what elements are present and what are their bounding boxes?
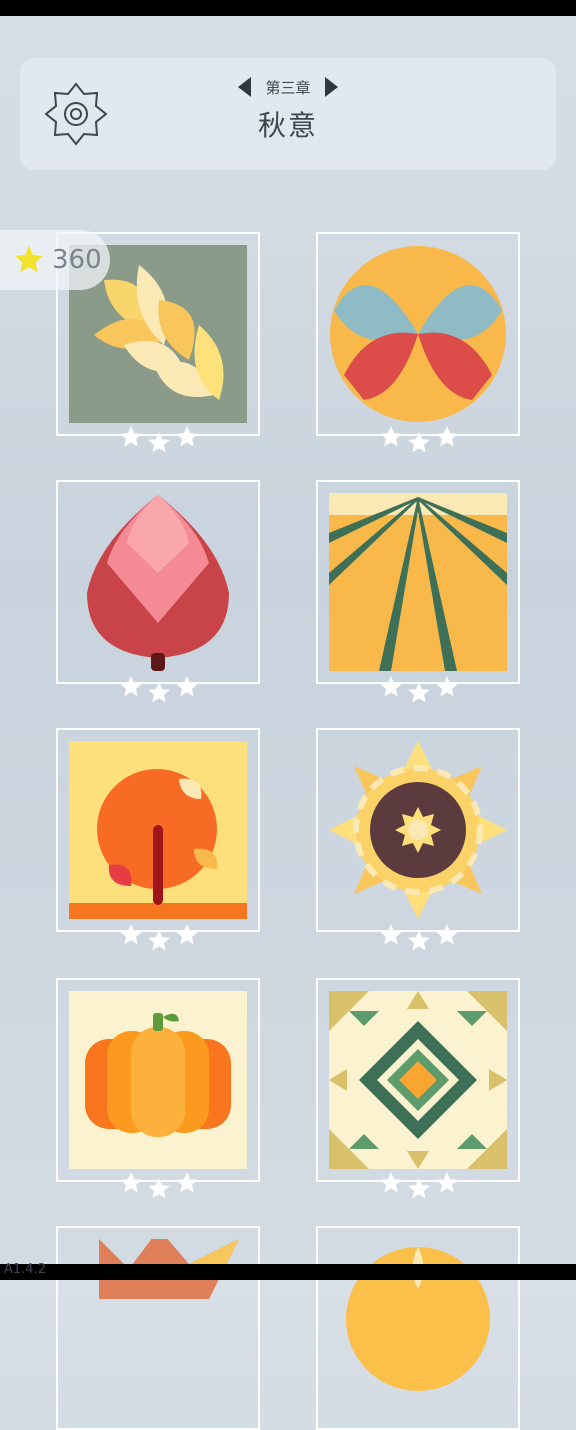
empty-star-icon	[408, 682, 430, 703]
empty-star-icon	[380, 676, 402, 697]
empty-star-icon	[380, 1172, 402, 1193]
empty-star-icon	[436, 924, 458, 945]
empty-star-icon	[380, 426, 402, 447]
level-tile-quilt-pattern[interactable]	[316, 978, 520, 1182]
level-2-stars	[378, 424, 460, 456]
quilt-pattern-artwork	[329, 991, 507, 1169]
empty-star-icon	[176, 1172, 198, 1193]
empty-star-icon	[408, 1178, 430, 1199]
gold-star-icon	[14, 245, 44, 273]
level-tile-maple-leaf[interactable]	[56, 1226, 260, 1430]
total-stars-count: 360	[52, 245, 102, 275]
navigation-bar	[0, 1264, 576, 1280]
chapter-navigator: 第三章	[0, 74, 576, 100]
level-tile-circle-petals[interactable]	[316, 232, 520, 436]
level-tile-round-fruit[interactable]	[316, 1226, 520, 1430]
chapter-title: 秋意	[257, 109, 318, 142]
field-rows-artwork	[329, 493, 507, 671]
empty-star-icon	[408, 432, 430, 453]
empty-star-icon	[148, 1178, 170, 1199]
empty-star-icon	[436, 426, 458, 447]
level-8-stars	[378, 1170, 460, 1202]
empty-star-icon	[120, 924, 142, 945]
level-tile-field-rows[interactable]	[316, 480, 520, 684]
empty-star-icon	[148, 432, 170, 453]
level-tile-orange-tree[interactable]	[56, 728, 260, 932]
level-1-stars	[118, 424, 200, 456]
level-7-stars	[118, 1170, 200, 1202]
red-leaf-artwork	[69, 493, 247, 671]
circle-petals-artwork	[329, 245, 507, 423]
orange-tree-artwork	[69, 741, 247, 919]
status-bar	[0, 0, 576, 16]
pumpkin-artwork	[69, 991, 247, 1169]
previous-chapter-arrow-icon[interactable]	[238, 77, 252, 97]
empty-star-icon	[120, 426, 142, 447]
sunflower-artwork	[329, 741, 507, 919]
empty-star-icon	[176, 426, 198, 447]
level-tile-pumpkin[interactable]	[56, 978, 260, 1182]
level-tile-sunflower[interactable]	[316, 728, 520, 932]
level-4-stars	[378, 674, 460, 706]
level-tile-red-leaf[interactable]	[56, 480, 260, 684]
next-chapter-arrow-icon[interactable]	[324, 77, 338, 97]
chapter-number: 第三章	[265, 78, 311, 97]
level-3-stars	[118, 674, 200, 706]
empty-star-icon	[120, 676, 142, 697]
level-5-stars	[118, 922, 200, 954]
empty-star-icon	[436, 676, 458, 697]
level-6-stars	[378, 922, 460, 954]
empty-star-icon	[148, 682, 170, 703]
total-stars-badge: 360	[0, 230, 110, 290]
empty-star-icon	[120, 1172, 142, 1193]
empty-star-icon	[176, 924, 198, 945]
empty-star-icon	[436, 1172, 458, 1193]
version-label: A1.4.2	[4, 1262, 46, 1277]
empty-star-icon	[148, 930, 170, 951]
empty-star-icon	[380, 924, 402, 945]
empty-star-icon	[408, 930, 430, 951]
empty-star-icon	[176, 676, 198, 697]
